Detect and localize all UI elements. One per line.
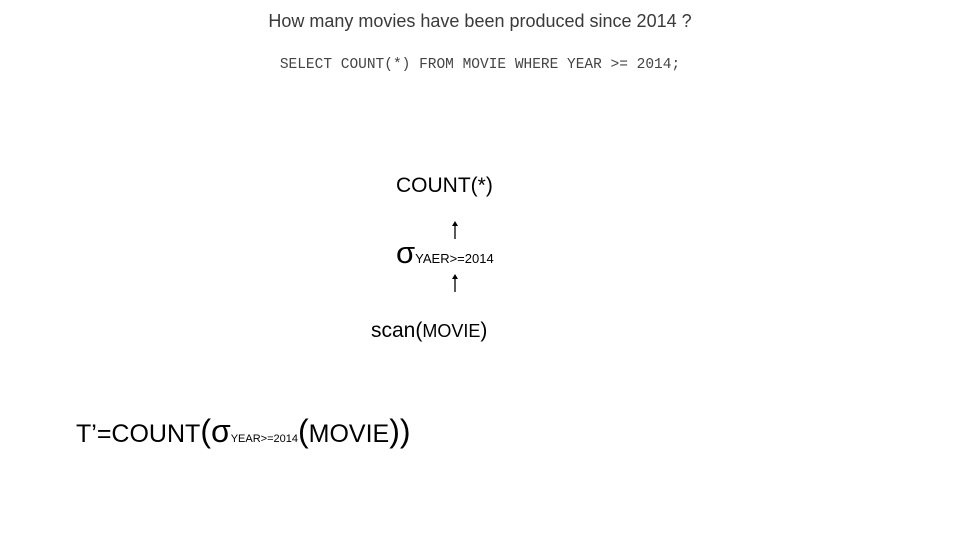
sql-table-name: MOVIE <box>462 57 507 73</box>
tree-node-scan: scan(MOVIE) <box>371 319 487 343</box>
up-arrow-icon <box>452 274 458 292</box>
formula-condition: YEAR>=2014 <box>230 433 298 445</box>
sql-count-expression: COUNT(*) <box>340 57 411 73</box>
question-heading: How many movies have been produced since… <box>268 11 692 31</box>
formula-sigma: σ <box>210 413 231 449</box>
sql-where-keyword: WHERE <box>514 57 559 73</box>
sql-condition: >= 2014; <box>610 57 681 73</box>
relational-algebra-formula: T’=COUNT(σYEAR>=2014(MOVIE)) <box>76 413 411 450</box>
sql-query: SELECT COUNT(*) FROM MOVIE WHERE YEAR >=… <box>0 57 960 73</box>
scan-operator: scan( <box>371 319 423 342</box>
scan-close-paren: ) <box>480 319 488 342</box>
scan-table: MOVIE <box>422 321 481 341</box>
sql-from-keyword: FROM <box>419 57 454 73</box>
formula-close-parens: )) <box>389 413 411 449</box>
formula-inner-open-paren: ( <box>298 413 309 449</box>
formula-open-paren: ( <box>200 413 211 449</box>
selection-condition: YAER>=2014 <box>415 251 494 266</box>
tree-node-count: COUNT(*) <box>396 174 493 197</box>
tree-node-selection: σYAER>=2014 <box>396 237 494 268</box>
sigma-symbol: σ <box>396 235 416 270</box>
sql-select-keyword: SELECT <box>279 57 333 73</box>
formula-prefix: T’=COUNT <box>76 420 201 448</box>
formula-table: MOVIE <box>308 420 390 448</box>
sql-column-name: YEAR <box>567 57 602 73</box>
